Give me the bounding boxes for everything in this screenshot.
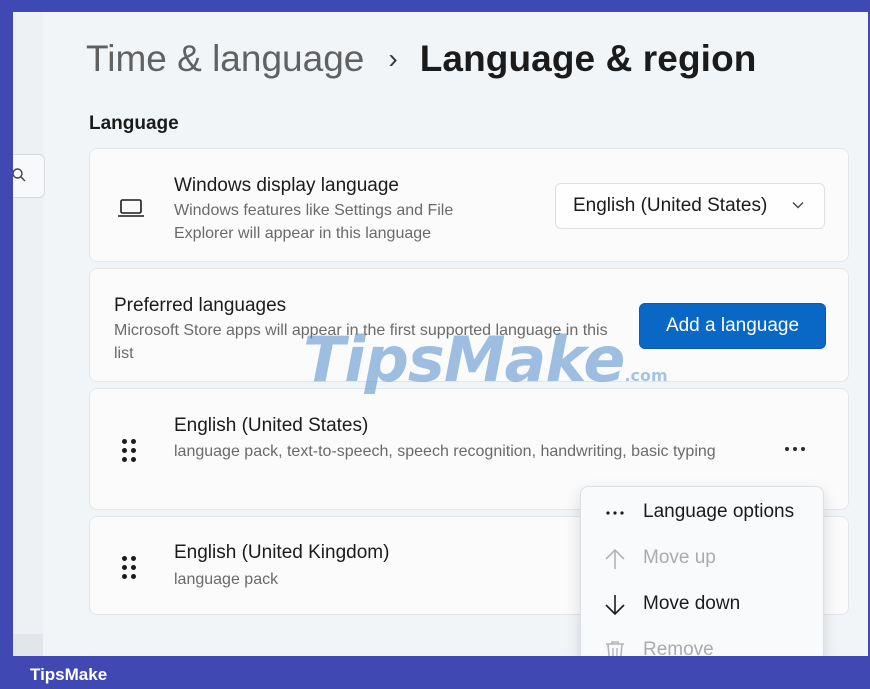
menu-item-language-options[interactable]: Language options <box>581 490 825 534</box>
arrow-up-icon <box>605 548 625 569</box>
menu-item-label: Language options <box>643 501 795 522</box>
display-language-dropdown[interactable]: English (United States) <box>555 183 825 229</box>
section-title-language: Language <box>89 113 179 134</box>
language-features: language pack <box>174 571 279 588</box>
menu-item-move-up[interactable]: Move up <box>581 536 825 580</box>
menu-item-label: Move up <box>643 547 716 568</box>
laptop-icon <box>118 199 144 217</box>
more-horizontal-icon <box>606 511 624 515</box>
page-title: Language & region <box>419 38 757 79</box>
menu-item-label: Remove <box>643 639 714 656</box>
language-name: English (United Kingdom) <box>174 542 390 563</box>
nav-pane-item <box>13 634 43 656</box>
more-options-button[interactable] <box>782 439 808 459</box>
footer-bar: TipsMake <box>0 656 870 689</box>
watermark: TipsMake.com <box>303 323 668 396</box>
display-language-title: Windows display language <box>174 175 399 196</box>
drag-handle-icon[interactable] <box>120 555 140 581</box>
display-language-description: Windows features like Settings and File … <box>174 202 454 242</box>
trash-icon <box>606 641 624 656</box>
language-features: language pack, text-to-speech, speech re… <box>174 443 716 460</box>
menu-item-label: Move down <box>643 593 741 614</box>
chevron-down-icon <box>792 202 804 209</box>
language-context-menu: Language options Move up Move down Remov… <box>580 486 824 656</box>
search-box[interactable] <box>13 154 45 198</box>
settings-window: Time & language › Language & region Lang… <box>13 12 868 656</box>
breadcrumb-chevron-icon: › <box>388 43 398 74</box>
nav-pane-edge <box>13 12 43 656</box>
display-language-card: Windows display language Windows feature… <box>89 148 849 262</box>
menu-item-move-down[interactable]: Move down <box>581 582 825 626</box>
breadcrumb-parent-link[interactable]: Time & language <box>86 38 364 80</box>
menu-item-remove[interactable]: Remove <box>581 628 825 656</box>
footer-brand-label: TipsMake <box>30 665 108 684</box>
watermark-main: TipsMake <box>303 323 625 396</box>
breadcrumb: Time & language › Language & region <box>86 34 756 84</box>
drag-handle-icon[interactable] <box>120 438 140 464</box>
preferred-languages-title: Preferred languages <box>114 295 287 316</box>
search-icon <box>13 168 26 182</box>
arrow-down-icon <box>605 595 625 616</box>
language-name: English (United States) <box>174 415 369 436</box>
watermark-suffix: .com <box>624 366 668 385</box>
display-language-selected: English (United States) <box>573 195 768 216</box>
